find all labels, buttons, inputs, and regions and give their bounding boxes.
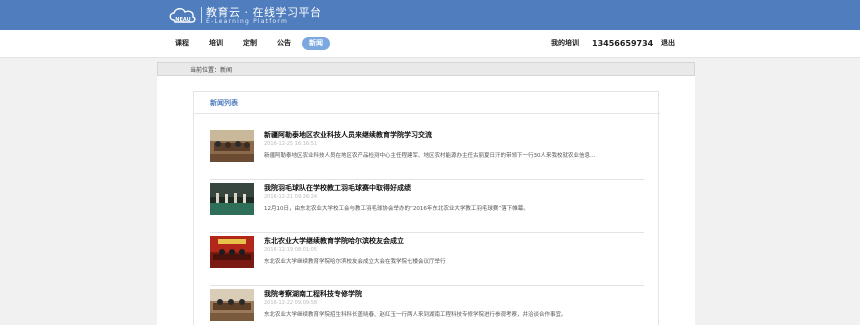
my-training-link[interactable]: 我的培训 [551, 37, 579, 50]
news-item[interactable]: 新疆阿勒泰地区农业科技人员来继续教育学院学习交流 2016-12-25 16:1… [210, 130, 644, 180]
news-list-title: 新闻列表 [210, 99, 238, 107]
content-panel: 新闻列表 新疆阿勒泰地区农业科技人员来继续教育学院学习交流 2016-12-25… [157, 76, 695, 325]
news-item[interactable]: 我院羽毛球队在学校教工羽毛球赛中取得好成绩 2016-12-21 09:26:2… [210, 183, 644, 233]
alumni-meeting-photo-thumbnail[interactable] [210, 236, 254, 268]
news-item[interactable]: 东北农业大学继续教育学院哈尔滨校友会成立 2016-12-19 08:01:05… [210, 236, 644, 286]
news-date: 2016-12-25 16:16:51 [264, 141, 318, 147]
nav-item-announcements[interactable]: 公告 [277, 37, 291, 50]
badminton-photo-thumbnail[interactable] [210, 183, 254, 215]
breadcrumb-text: 当前位置：新闻 [190, 67, 233, 74]
news-title[interactable]: 我院羽毛球队在学校教工羽毛球赛中取得好成绩 [264, 183, 411, 193]
news-summary: 东北农业大学继续教育学院哈尔滨校友会成立大会在我学院七楼会议厅举行 [264, 259, 446, 265]
breadcrumb: 当前位置：新闻 [157, 62, 695, 76]
news-list-card: 新闻列表 新疆阿勒泰地区农业科技人员来继续教育学院学习交流 2016-12-25… [193, 91, 660, 325]
user-phone[interactable]: 13456659734 [592, 37, 653, 50]
visit-photo-thumbnail[interactable] [210, 289, 254, 321]
nav-item-custom[interactable]: 定制 [243, 37, 257, 50]
main-nav: 课程 培训 定制 公告 新闻 我的培训 13456659734 退出 [0, 30, 860, 58]
news-date: 2016-12-19 08:01:05 [264, 247, 318, 253]
news-summary: 12月10日，由东北农业大学校工会与教工羽毛球协会举办的“2016年东北农业大学… [264, 206, 529, 212]
nav-item-training[interactable]: 培训 [209, 37, 223, 50]
news-title[interactable]: 我院考察湖南工程科技专修学院 [264, 289, 362, 299]
divider [210, 285, 644, 286]
nav-item-courses[interactable]: 课程 [175, 37, 189, 50]
news-date: 2016-12-22 09:09:58 [264, 300, 318, 306]
news-summary: 新疆阿勒泰地区农业科技人员在地区农产品检测中心主任程建军、地区农村能源办主任古丽… [264, 153, 596, 159]
top-header-bar: NEAU 教育云 · 在线学习平台 E-Learning Platform [0, 0, 860, 30]
divider [210, 232, 644, 233]
brand-subtitle: E-Learning Platform [206, 18, 289, 25]
news-summary: 东北农业大学继续教育学院招生科科长盖晓春、赵红玉一行两人来到湖南工程科技专修学院… [264, 312, 567, 318]
news-title[interactable]: 东北农业大学继续教育学院哈尔滨校友会成立 [264, 236, 404, 246]
meeting-photo-thumbnail[interactable] [210, 130, 254, 162]
nav-item-news[interactable]: 新闻 [302, 37, 330, 50]
logout-link[interactable]: 退出 [661, 37, 675, 50]
svg-text:NEAU: NEAU [175, 17, 190, 23]
news-title[interactable]: 新疆阿勒泰地区农业科技人员来继续教育学院学习交流 [264, 130, 432, 140]
neau-cloud-logo-icon[interactable]: NEAU [168, 4, 198, 26]
logo-divider [201, 7, 202, 23]
news-list-header: 新闻列表 [194, 92, 660, 114]
divider [210, 179, 644, 180]
news-date: 2016-12-21 09:26:24 [264, 194, 318, 200]
news-item[interactable]: 我院考察湖南工程科技专修学院 2016-12-22 09:09:58 东北农业大… [210, 289, 644, 325]
